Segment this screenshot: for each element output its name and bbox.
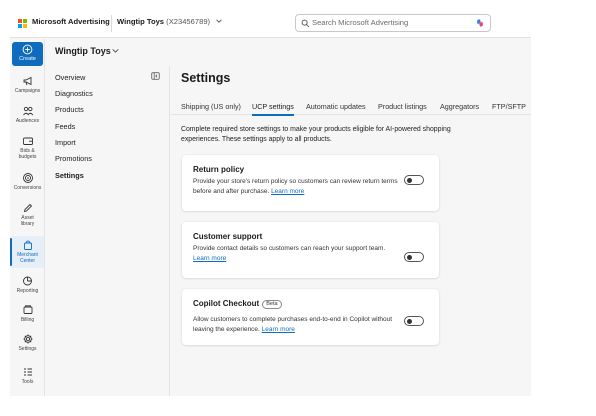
microsoft-logo-icon [18, 19, 27, 28]
billing-icon [23, 305, 32, 314]
nav-campaigns[interactable]: Campaigns [11, 75, 44, 97]
people-icon [22, 106, 33, 116]
tab-shipping[interactable]: Shipping (US only) [181, 102, 241, 111]
copilot-icon[interactable] [475, 18, 485, 28]
tab-ftp-sftp[interactable]: FTP/SFTP [492, 102, 526, 111]
intro-text: Complete required store settings to make… [181, 126, 451, 143]
nav-bids-budgets[interactable]: Bids & budgets [11, 135, 44, 163]
tools-icon [23, 368, 32, 376]
learn-more-link[interactable]: Learn more [262, 326, 295, 333]
toggle-knob [407, 254, 412, 260]
customer-support-card: Customer support Provide contact details… [182, 222, 439, 278]
top-bar: Microsoft Advertising Wingtip Toys (X234… [10, 8, 531, 38]
toggle-knob [407, 318, 412, 324]
nav-label: Settings [18, 346, 37, 352]
account-name: Wingtip Toys [117, 17, 165, 26]
copilot-checkout-toggle[interactable] [404, 316, 424, 326]
settings-tabs: Shipping (US only) UCP settings Automati… [171, 95, 531, 116]
merchant-center-subnav: Overview Diagnostics Products Feeds Impo… [46, 66, 170, 396]
subnav-feeds[interactable]: Feeds [55, 122, 75, 131]
toggle-knob [407, 177, 412, 183]
target-icon [22, 173, 33, 183]
create-button[interactable]: Create [12, 42, 43, 66]
app-window: Microsoft Advertising Wingtip Toys (X234… [10, 8, 531, 396]
divider [111, 15, 112, 32]
chart-icon [22, 276, 32, 286]
pen-icon [23, 203, 32, 213]
megaphone-icon [23, 76, 31, 86]
card-title: Customer support [193, 232, 263, 241]
nav-asset-library[interactable]: Asset library [11, 202, 44, 230]
card-title: Copilot Checkout Beta [193, 299, 282, 309]
return-policy-toggle[interactable] [404, 175, 424, 185]
shopping-bag-icon [23, 240, 32, 250]
nav-label: Tools [21, 379, 34, 385]
left-nav-rail: Create Campaigns Audiences Bids & budget… [10, 39, 45, 396]
learn-more-link[interactable]: Learn more [193, 255, 226, 262]
account-id: (X23456789) [166, 17, 211, 26]
tab-product-listings[interactable]: Product listings [378, 102, 427, 111]
nav-label: Billing [20, 317, 35, 323]
card-title: Return policy [193, 165, 245, 174]
nav-label: Campaigns [14, 88, 41, 94]
learn-more-link[interactable]: Learn more [271, 188, 304, 195]
card-description: Allow customers to complete purchases en… [193, 315, 398, 335]
nav-reporting[interactable]: Reporting [11, 275, 44, 297]
card-description-text: Provide contact details so customers can… [193, 245, 386, 252]
nav-label: Audiences [15, 118, 40, 124]
subnav-products[interactable]: Products [55, 105, 84, 114]
nav-merchant-center[interactable]: Merchant Center [10, 236, 44, 268]
copilot-checkout-card: Copilot Checkout Beta Allow customers to … [182, 289, 439, 345]
chevron-down-icon[interactable] [215, 17, 223, 25]
nav-label: Asset library [20, 215, 35, 227]
plus-circle-icon [22, 44, 33, 55]
wallet-icon [22, 137, 33, 145]
return-policy-card: Return policy Provide your store's retur… [182, 155, 439, 211]
nav-label: Reporting [16, 288, 39, 294]
account-selector[interactable]: Wingtip Toys (X23456789) [117, 17, 210, 26]
store-selector[interactable]: Wingtip Toys [55, 46, 111, 56]
subnav-diagnostics[interactable]: Diagnostics [55, 89, 93, 98]
nav-billing[interactable]: Billing [11, 304, 44, 326]
chevron-down-icon[interactable] [111, 47, 120, 55]
search-icon [301, 19, 310, 28]
nav-audiences[interactable]: Audiences [11, 105, 44, 127]
settings-main: Settings Shipping (US only) UCP settings… [171, 66, 531, 396]
card-title-text: Copilot Checkout [193, 299, 260, 308]
subnav-promotions[interactable]: Promotions [55, 154, 92, 163]
search-input[interactable]: Search Microsoft Advertising [295, 14, 491, 32]
tab-aggregators[interactable]: Aggregators [440, 102, 479, 111]
nav-settings[interactable]: Settings [11, 333, 44, 355]
nav-label: Conversions [13, 185, 42, 191]
card-description: Provide your store's return policy so cu… [193, 177, 398, 197]
customer-support-toggle[interactable] [404, 252, 424, 262]
tab-automatic-updates[interactable]: Automatic updates [306, 102, 366, 111]
nav-tools[interactable]: Tools [11, 366, 44, 388]
create-label: Create [19, 56, 36, 62]
collapse-panel-icon[interactable] [151, 72, 160, 80]
page-title: Settings [181, 71, 231, 85]
beta-badge: Beta [262, 300, 282, 309]
subnav-settings[interactable]: Settings [55, 171, 84, 180]
nav-label: Bids & budgets [18, 148, 37, 160]
card-description: Provide contact details so customers can… [193, 244, 398, 264]
tab-ucp-settings[interactable]: UCP settings [252, 102, 294, 116]
nav-conversions[interactable]: Conversions [11, 172, 44, 194]
brand-name[interactable]: Microsoft Advertising [32, 17, 110, 26]
search-placeholder: Search Microsoft Advertising [312, 18, 409, 27]
subnav-overview[interactable]: Overview [55, 73, 85, 82]
nav-label: Merchant Center [17, 252, 38, 264]
gear-icon [23, 334, 32, 344]
subnav-import[interactable]: Import [55, 138, 76, 147]
